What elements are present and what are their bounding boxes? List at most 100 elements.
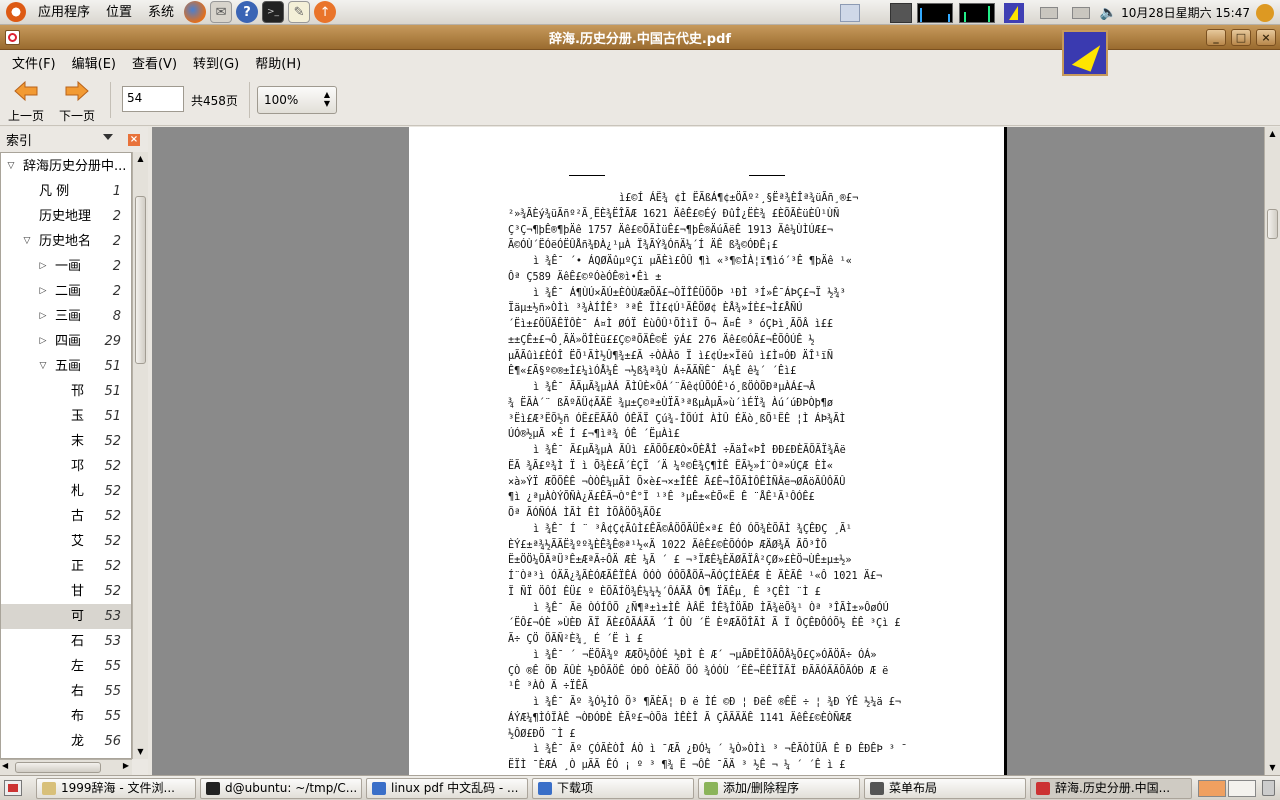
workspace-switcher[interactable] [1228, 780, 1256, 797]
index-tree[interactable]: ▽ 辞海历史分册中... 凡 例 1 历史地理 2 ▽ 历史地名 2 ▷ 一画 2 ▷ 二画 2 ▷ 三画 8 ▷ 四… [0, 152, 132, 759]
previous-page-button[interactable]: 上一页 [3, 78, 49, 124]
system-menu[interactable]: 系统 [140, 0, 182, 25]
menu-go[interactable]: 转到(G) [185, 53, 247, 72]
menu-help[interactable]: 帮助(H) [247, 53, 309, 72]
firefox-icon [372, 782, 386, 795]
taskbar-window-button[interactable]: 下载项 [532, 778, 694, 799]
tree-item[interactable]: 正 52 [1, 554, 131, 579]
tree-item[interactable]: ▽ 辞海历史分册中... [1, 154, 131, 179]
taskbar-window-button[interactable]: 辞海.历史分册.中国... [1030, 778, 1192, 799]
places-menu[interactable]: 位置 [98, 0, 140, 25]
text-line: ´ËÔ£¬ÓÈ »ÙÈÐ ÃÏ ÃÈ£ÔÃÁÃÃ ´Î ÔÙ ´Ë ÈºÆÃÖÎ… [508, 618, 901, 630]
clock[interactable]: 10月28日星期六 15:47 [1121, 4, 1250, 21]
menu-file[interactable]: 文件(F) [4, 53, 64, 72]
text-line: µÃÃûì£ÈÓÎ ËÕ¹ÃÌ½Û¶¾±£Ã ÷ÒÀÀõ Ï ì£¢Ú±×Ïëû… [508, 350, 834, 362]
tree-item[interactable]: 古 52 [1, 504, 131, 529]
next-page-button[interactable]: 下一页 [54, 78, 100, 124]
tree-item[interactable]: 石 53 [1, 629, 131, 654]
document-view[interactable]: ì£©Í ÁË¾ ¢Ì ËÃßÁ¶¢±ÖÃº²¸§Ëª¾ÈÎ­ª¾üÃñ¸®£¬… [152, 127, 1264, 775]
tree-item-page: 52 [104, 534, 121, 549]
expander-open-icon[interactable]: ▽ [37, 354, 49, 379]
document-vertical-scrollbar[interactable]: ▲ ▼ [1264, 127, 1280, 775]
workspace-switcher[interactable] [1198, 780, 1226, 797]
scroll-thumb[interactable] [1267, 209, 1278, 239]
ubuntu-logo-icon[interactable] [6, 2, 26, 22]
show-desktop-icon[interactable] [4, 780, 22, 796]
tree-item[interactable]: ▽ 五画 51 [1, 354, 131, 379]
network-icon[interactable] [839, 3, 860, 22]
close-sidebar-icon[interactable]: × [128, 134, 140, 146]
help-icon[interactable]: ? [236, 1, 259, 23]
printer-icon[interactable] [1039, 6, 1058, 19]
tree-item[interactable]: ▷ 三画 8 [1, 304, 131, 329]
sidebar-header[interactable]: 索引 × [0, 127, 148, 152]
package-icon [704, 782, 718, 795]
sidebar-horizontal-scrollbar[interactable]: ◀ ▶ [0, 759, 132, 775]
sidebar-vertical-scrollbar[interactable]: ▲ ▼ [132, 152, 148, 759]
taskbar-window-button[interactable]: 添加/删除程序 [698, 778, 860, 799]
tree-item[interactable]: 历史地理 2 [1, 204, 131, 229]
input-method-icon[interactable] [1003, 2, 1024, 23]
maximize-button[interactable]: □ [1231, 29, 1251, 46]
tree-item[interactable]: ▽ 历史地名 2 [1, 229, 131, 254]
tree-item[interactable]: 邛 52 [1, 454, 131, 479]
expander-closed-icon[interactable]: ▷ [37, 304, 49, 329]
trash-icon[interactable] [1262, 780, 1275, 796]
mail-icon[interactable]: ✉ [210, 1, 233, 23]
scroll-thumb[interactable] [15, 762, 101, 773]
scroll-thumb[interactable] [135, 196, 146, 364]
tree-item[interactable]: ▷ 二画 2 [1, 279, 131, 304]
text-line: ì ¾Ê¯ Á¶ÙÚ×ÃÚ±ÈÒÙÆæÕÄ£¬ÒÏÎÊÜÕÖÞ ¹ÐÌ ³Í»Ê… [533, 287, 846, 299]
tree-item[interactable]: 左 55 [1, 654, 131, 679]
expander-open-icon[interactable]: ▽ [21, 229, 33, 254]
menu-view[interactable]: 查看(V) [124, 53, 185, 72]
tree-item[interactable]: 玉 51 [1, 404, 131, 429]
tree-item[interactable]: ▷ 四画 29 [1, 329, 131, 354]
tree-item[interactable]: 可 53 [1, 604, 131, 629]
expander-closed-icon[interactable]: ▷ [37, 254, 49, 279]
page-number-input[interactable]: 54 [122, 86, 184, 112]
expander-closed-icon[interactable]: ▷ [37, 279, 49, 304]
scroll-right-icon[interactable]: ▶ [123, 761, 129, 770]
expander-closed-icon[interactable]: ▷ [37, 329, 49, 354]
menu-edit[interactable]: 编辑(E) [64, 53, 124, 72]
expander-open-icon[interactable]: ▽ [5, 154, 17, 179]
tree-item[interactable]: 右 55 [1, 679, 131, 704]
update-icon[interactable]: ↑ [314, 1, 337, 23]
firefox-icon[interactable] [184, 1, 207, 23]
tree-item[interactable]: 龙 56 [1, 729, 131, 754]
tree-item[interactable]: 凡 例 1 [1, 179, 131, 204]
taskbar-window-button[interactable]: linux pdf 中文乱码 - ... [366, 778, 528, 799]
window-menu-icon[interactable] [5, 30, 20, 45]
terminal-icon[interactable]: >_ [262, 1, 285, 23]
scanner-icon[interactable] [1071, 6, 1090, 19]
taskbar-window-button[interactable]: 1999辞海 - 文件浏... [36, 778, 196, 799]
taskbar-window-button[interactable]: 菜单布局 [864, 778, 1026, 799]
tree-item[interactable]: 艾 52 [1, 529, 131, 554]
zoom-select[interactable]: 100% ▲ ▼ [257, 86, 337, 114]
applications-menu[interactable]: 应用程序 [30, 0, 98, 25]
tree-item[interactable]: 邗 51 [1, 379, 131, 404]
tree-item[interactable]: ▷ 一画 2 [1, 254, 131, 279]
volume-icon[interactable]: 🔈 [1100, 5, 1117, 21]
weather-icon[interactable] [889, 2, 912, 23]
scroll-down-icon[interactable]: ▼ [133, 745, 148, 759]
scroll-left-icon[interactable]: ◀ [2, 761, 8, 770]
scroll-down-icon[interactable]: ▼ [1265, 761, 1280, 775]
close-button[interactable]: × [1256, 29, 1276, 46]
minimize-button[interactable]: _ [1206, 29, 1226, 46]
text-editor-icon[interactable]: ✎ [288, 1, 311, 23]
taskbar-window-button[interactable]: d@ubuntu: ~/tmp/C... [200, 778, 362, 799]
tree-item[interactable]: 甘 52 [1, 579, 131, 604]
tree-item-page: 53 [104, 634, 121, 649]
tree-item[interactable]: 末 52 [1, 429, 131, 454]
chevron-down-icon[interactable] [103, 134, 113, 140]
tree-item[interactable]: 布 55 [1, 704, 131, 729]
input-method-indicator-icon[interactable] [1062, 30, 1108, 76]
tree-item[interactable]: 札 52 [1, 479, 131, 504]
scroll-up-icon[interactable]: ▲ [1265, 127, 1280, 141]
logout-icon[interactable] [1256, 3, 1274, 22]
text-line: ±±ÇÊ±£¬Ô¸ÃÄ»ÖÎÈü££Ç©ªÕÄÊ©Ë ÿÁ£ 276 Äê£©Ó… [508, 334, 815, 346]
scroll-up-icon[interactable]: ▲ [133, 152, 148, 166]
tree-item-label: 邗 [71, 384, 85, 399]
